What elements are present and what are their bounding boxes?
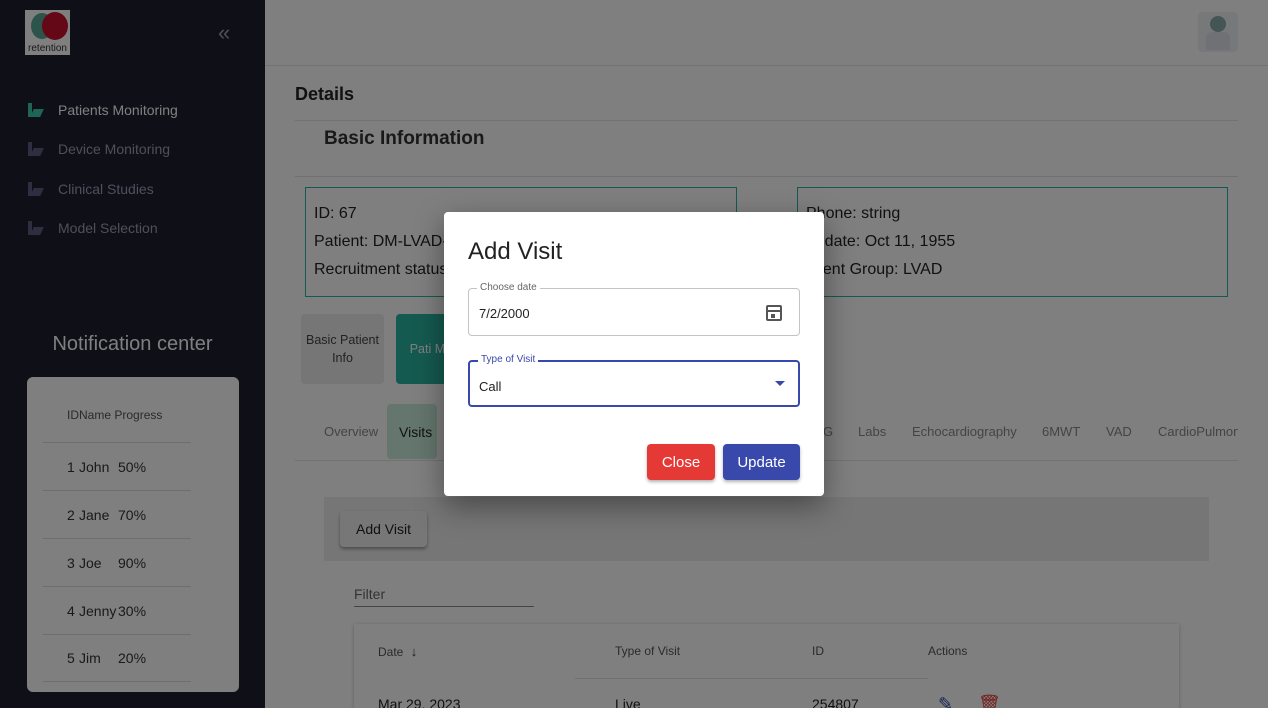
visit-type-value[interactable]: Call [479,379,501,394]
date-label: Choose date [477,282,540,294]
dialog-title: Add Visit [468,238,563,265]
visit-type-select[interactable]: Type of Visit Call [468,354,800,407]
date-value[interactable]: 7/2/2000 [479,306,530,321]
update-button[interactable]: Update [723,444,800,480]
calendar-icon[interactable] [766,305,782,321]
close-button[interactable]: Close [647,444,715,480]
date-picker-field[interactable]: Choose date 7/2/2000 [468,282,800,336]
visit-type-label: Type of Visit [478,354,539,366]
chevron-down-icon[interactable] [775,381,785,386]
add-visit-dialog: Add Visit Choose date 7/2/2000 Type of V… [444,212,824,496]
